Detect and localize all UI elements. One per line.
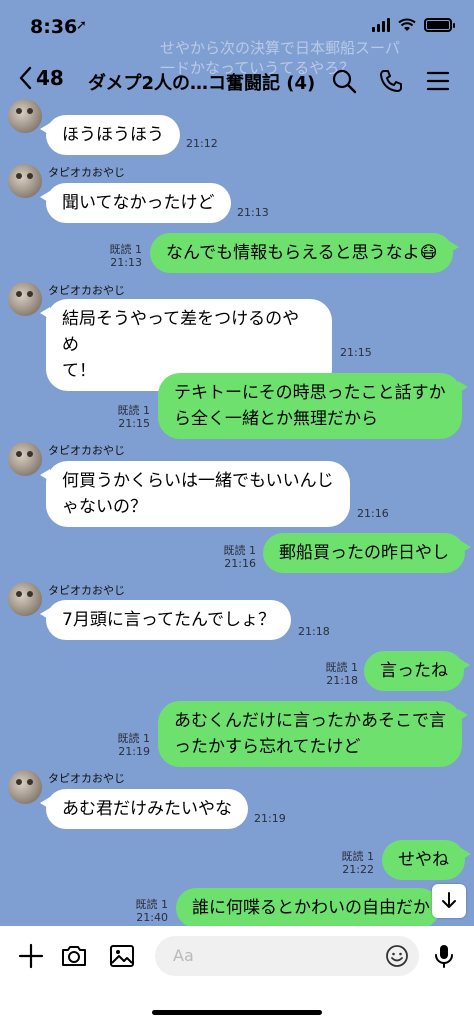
image-icon[interactable] <box>108 942 136 970</box>
message-bubble-outgoing[interactable]: せやね <box>382 840 471 880</box>
message-read-meta: 既読 1 21:13 <box>108 243 143 269</box>
read-receipt: 既読 1 <box>117 404 151 417</box>
message-read-meta: 既読 1 21:22 <box>340 850 375 876</box>
message-time: 21:16 <box>224 557 256 570</box>
location-arrow-icon: ➚ <box>76 18 87 33</box>
message-bubble-outgoing[interactable]: 言ったね <box>364 651 470 691</box>
scroll-down-icon <box>442 892 456 908</box>
avatar[interactable] <box>8 582 42 616</box>
battery-icon <box>424 18 455 32</box>
message-time: 21:16 <box>357 507 389 520</box>
message-time: 21:12 <box>186 137 218 150</box>
mic-icon[interactable] <box>430 942 458 970</box>
message-bubble-incoming[interactable]: あむ君だけみたいやな <box>40 789 248 829</box>
sender-name: タピオカおやじ <box>48 166 125 179</box>
message-bubble-incoming[interactable]: 7月頭に言ってたんでしょ？ <box>39 600 292 640</box>
read-receipt: 既読 1 <box>325 661 359 674</box>
emoji-icon[interactable] <box>385 944 409 968</box>
back-button[interactable]: 48 <box>18 66 64 90</box>
wifi-icon <box>398 18 416 31</box>
back-chevron-icon <box>19 66 32 90</box>
message-time: 21:18 <box>298 625 330 638</box>
message-time: 21:15 <box>118 417 150 430</box>
avatar[interactable] <box>8 442 42 476</box>
message-time: 21:15 <box>340 346 372 359</box>
unread-count: 48 <box>36 66 64 90</box>
message-time: 21:18 <box>326 674 358 687</box>
message-bubble-incoming[interactable]: ほうほうほう <box>40 115 180 155</box>
home-indicator <box>152 1010 322 1015</box>
message-bubble-outgoing[interactable]: 郵船買ったの昨日やし <box>263 533 471 573</box>
chat-title[interactable]: ダメプ2人の…コ奮闘記 (4) <box>88 69 315 95</box>
cellular-signal-icon <box>372 18 390 32</box>
avatar[interactable] <box>8 99 42 133</box>
read-receipt: 既読 1 <box>223 544 257 557</box>
avatar[interactable] <box>8 282 42 316</box>
search-icon[interactable] <box>331 68 357 94</box>
message-composer: Aa <box>0 926 474 1024</box>
message-bubble-incoming[interactable]: 聞いてなかったけど <box>40 183 231 223</box>
message-read-meta: 既読 1 21:40 <box>134 898 169 924</box>
message-time: 21:13 <box>237 206 269 219</box>
message-bubble-outgoing[interactable]: なんでも情報もらえると思うなよ😷 <box>150 233 460 273</box>
read-receipt: 既読 1 <box>135 898 169 911</box>
message-bubble-outgoing[interactable]: テキトーにその時思ったこと話すか ら全く一緒とか無理だから <box>158 373 468 439</box>
message-read-meta: 既読 1 21:18 <box>324 661 359 687</box>
sender-name: タピオカおやじ <box>48 444 125 457</box>
phone-icon[interactable] <box>378 68 404 94</box>
sender-name: タピオカおやじ <box>48 584 125 597</box>
status-time: 8:36 <box>30 16 78 38</box>
message-read-meta: 既読 1 21:19 <box>116 732 151 758</box>
sender-name: タピオカおやじ <box>48 284 125 297</box>
message-time: 21:22 <box>342 863 374 876</box>
message-bubble-outgoing[interactable]: 誰に何喋るとかわいの自由だか <box>176 888 440 928</box>
message-read-meta: 既読 1 21:15 <box>116 404 151 430</box>
message-time: 21:19 <box>254 812 286 825</box>
read-receipt: 既読 1 <box>117 732 151 745</box>
avatar[interactable] <box>8 770 42 804</box>
message-time: 21:19 <box>118 745 150 758</box>
sender-name: タピオカおやじ <box>48 772 125 785</box>
plus-icon[interactable] <box>17 942 45 970</box>
message-bubble-incoming[interactable]: 何買うかくらいは一緒でもいいんじ ゃないの？ <box>40 461 350 527</box>
status-icons <box>372 18 455 32</box>
avatar[interactable] <box>8 164 42 198</box>
read-receipt: 既読 1 <box>341 850 375 863</box>
message-input[interactable]: Aa <box>155 936 419 976</box>
scroll-to-bottom-button[interactable] <box>432 884 466 918</box>
menu-icon[interactable] <box>425 68 451 94</box>
message-time: 21:40 <box>136 911 168 924</box>
read-receipt: 既読 1 <box>109 243 143 256</box>
message-read-meta: 既読 1 21:16 <box>222 544 257 570</box>
message-time: 21:13 <box>110 256 142 269</box>
message-input-placeholder: Aa <box>173 946 194 965</box>
chat-header: 48 ダメプ2人の…コ奮闘記 (4) <box>0 56 474 106</box>
camera-icon[interactable] <box>60 942 88 970</box>
message-bubble-outgoing[interactable]: あむくんだけに言ったかあそこで言 ったかすら忘れてたけど <box>158 701 468 767</box>
